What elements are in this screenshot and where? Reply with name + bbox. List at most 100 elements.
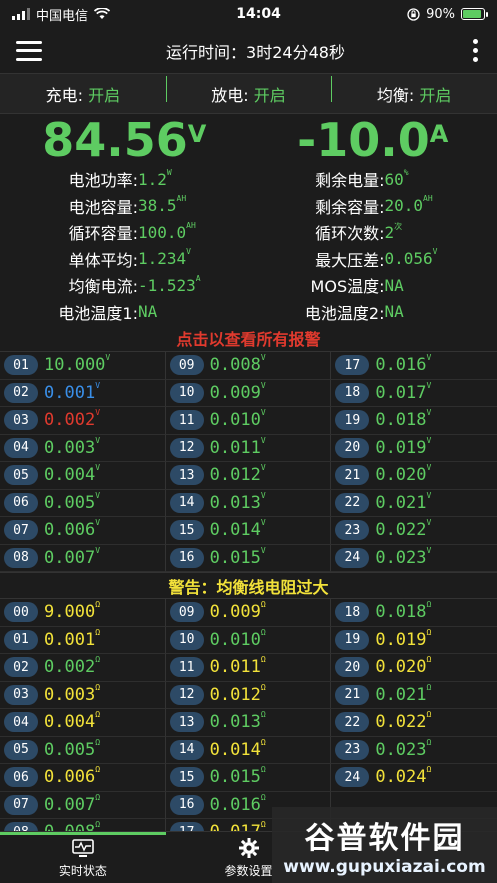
cell-item: 07 0.007Ω [0,791,166,819]
cell-number-badge: 23 [335,739,370,760]
cell-item: 06 0.005V [0,489,166,517]
watermark-url: www.gupuxiazai.com [283,857,486,877]
cell-value: 9.000Ω [44,600,101,623]
cell-item: 12 0.011V [165,434,332,462]
cell-value: 0.022V [375,518,432,541]
cell-number-badge: 01 [4,355,38,376]
cell-item: 20 0.019V [331,435,497,462]
info-label: 均衡电流: [68,277,138,297]
signal-icon [12,8,30,20]
cell-value: 0.023Ω [375,737,432,760]
cell-value: 0.012Ω [209,682,266,705]
balance-switch[interactable]: 均衡: 开启 [331,75,497,106]
info-label: 剩余容量: [315,197,385,217]
cell-value: 0.004Ω [44,710,101,733]
cell-number-badge: 21 [335,684,370,705]
cell-item: 24 0.023V [331,545,497,572]
cell-number-badge: 22 [335,712,370,733]
cell-value: 0.004V [44,463,101,486]
cell-number-badge: 15 [169,767,204,788]
cell-number-badge: 12 [169,437,204,458]
cell-value: 0.006V [44,518,101,541]
cell-number-badge: 12 [169,684,204,705]
more-options-icon[interactable] [469,39,481,62]
cell-number-badge: 18 [335,382,370,403]
cell-item: 13 0.012V [165,462,332,490]
cell-number-badge: 18 [335,602,370,623]
info-item: 最大压差: 0.056V [249,246,497,273]
cell-value: 0.014V [209,518,266,541]
clock: 14:04 [236,6,281,22]
cell-number-badge: 03 [4,410,38,431]
cell-item: 14 0.013V [165,489,332,517]
cell-value: 0.011Ω [209,655,266,678]
cell-value: 0.008V [209,353,266,376]
nav-realtime[interactable]: 实时状态 [0,832,166,883]
cell-value: 0.005Ω [44,737,101,760]
cell-item: 10 0.009V [165,379,332,407]
cell-value: 0.014Ω [209,737,266,760]
menu-icon[interactable] [16,40,42,61]
info-value: 2次 [384,221,403,242]
info-value: 1.2W [138,167,172,189]
cell-value: 0.021Ω [375,682,432,705]
cell-number-badge: 01 [4,629,38,650]
cell-value: 0.001Ω [44,627,101,650]
info-item: 电池温度2: NA [249,299,497,326]
info-label: 电池温度1: [58,303,138,323]
info-item: 电池功率: 1.2W [0,166,249,193]
cell-item: 11 0.011Ω [165,654,332,682]
cell-number-badge: 07 [4,794,38,815]
info-value: 1.234V [138,247,191,269]
battery-percent: 90% [426,6,455,22]
info-item: 电池温度1: NA [0,299,249,326]
watermark: 谷普软件园 www.gupuxiazai.com [272,807,497,883]
cell-number-badge: 04 [4,712,38,733]
discharge-switch[interactable]: 放电: 开启 [165,75,332,106]
cell-value: 0.020Ω [375,655,432,678]
cell-number-badge: 13 [169,465,204,486]
cell-number-badge: 17 [335,355,370,376]
cell-number-badge: 19 [335,629,370,650]
charge-switch[interactable]: 充电: 开启 [0,82,166,106]
info-item: 电池容量: 38.5AH [0,193,249,220]
cell-number-badge: 03 [4,684,38,705]
info-value: NA [138,302,158,322]
cell-item: 02 0.001V [0,379,166,407]
info-label: MOS温度: [310,277,385,297]
cell-value: 0.022Ω [375,710,432,733]
cell-voltage-grid: 01 10.000V 09 0.008V 17 0.016V 02 0.001V 10 0.009… [0,351,497,572]
watermark-title: 谷普软件园 [304,821,465,856]
cell-value: 0.012V [209,463,266,486]
cell-value: 0.010Ω [209,627,266,650]
cell-value: 0.013Ω [209,710,266,733]
cell-value: 0.003V [44,435,101,458]
cell-item: 15 0.014V [165,517,332,545]
runtime-label: 运行时间：3时24分48秒 [166,42,345,62]
cell-number-badge: 10 [169,382,204,403]
cell-number-badge: 14 [169,739,204,760]
cell-value: 0.015V [209,545,266,568]
cell-number-badge: 23 [335,520,370,541]
info-value: 20.0AH [384,194,433,216]
cell-item: 09 0.009Ω [165,599,332,627]
cell-value: 0.019Ω [375,627,432,650]
info-item: 剩余电量: 60% [249,166,497,193]
cell-value: 10.000V [44,353,111,376]
carrier-label: 中国电信 [36,8,89,24]
cell-item: 21 0.021Ω [331,682,497,709]
info-value: NA [384,275,404,295]
cell-item: 24 0.024Ω [331,764,497,792]
cell-number-badge: 09 [169,355,204,376]
info-label: 剩余电量: [315,171,385,191]
cell-item: 12 0.012Ω [165,681,332,709]
cell-number-badge: 10 [169,629,204,650]
cell-item: 14 0.014Ω [165,736,332,764]
cell-value: 0.017V [375,380,432,403]
cell-item: 02 0.002Ω [0,654,166,682]
info-label: 电池功率: [68,171,138,191]
cell-number-badge: 08 [4,547,38,568]
alarm-banner[interactable]: 点击以查看所有报警 [0,325,497,351]
cell-item: 04 0.004Ω [0,709,166,737]
cell-number-badge: 05 [4,739,38,760]
